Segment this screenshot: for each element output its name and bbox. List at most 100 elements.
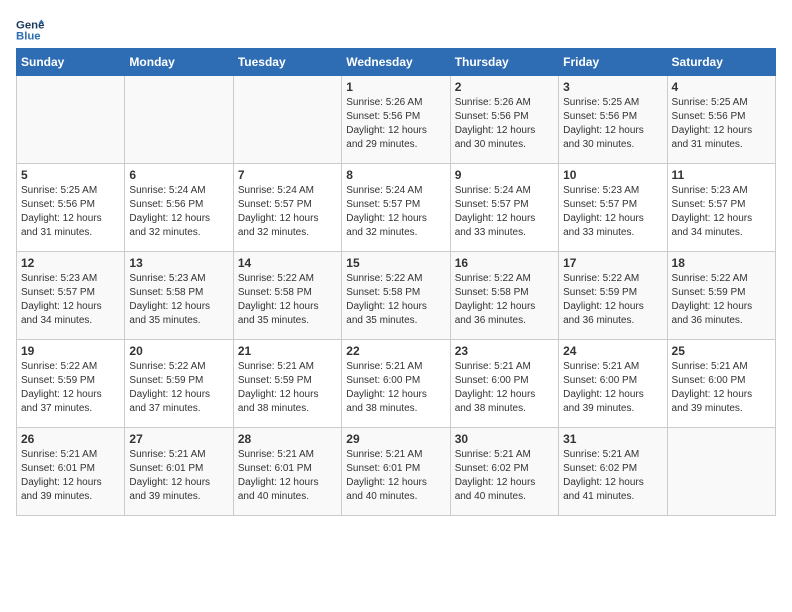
day-info: Sunrise: 5:23 AM Sunset: 5:57 PM Dayligh… [563, 184, 662, 240]
calendar-week-row: 5 Sunrise: 5:25 AM Sunset: 5:56 PM Daylig… [17, 164, 776, 252]
day-number: 5 [21, 168, 120, 182]
day-number: 20 [129, 344, 228, 358]
calendar-cell: 8 Sunrise: 5:24 AM Sunset: 5:57 PM Daylig… [342, 164, 450, 252]
day-info: Sunrise: 5:21 AM Sunset: 6:00 PM Dayligh… [455, 360, 554, 416]
day-info: Sunrise: 5:21 AM Sunset: 6:01 PM Dayligh… [238, 448, 337, 504]
calendar-cell [125, 76, 233, 164]
day-number: 24 [563, 344, 662, 358]
day-number: 6 [129, 168, 228, 182]
day-info: Sunrise: 5:22 AM Sunset: 5:58 PM Dayligh… [346, 272, 445, 328]
day-number: 7 [238, 168, 337, 182]
weekday-header: Thursday [450, 49, 558, 76]
day-info: Sunrise: 5:22 AM Sunset: 5:58 PM Dayligh… [455, 272, 554, 328]
svg-text:General: General [16, 19, 44, 31]
day-number: 25 [672, 344, 771, 358]
day-info: Sunrise: 5:25 AM Sunset: 5:56 PM Dayligh… [563, 96, 662, 152]
calendar-cell: 10 Sunrise: 5:23 AM Sunset: 5:57 PM Dayli… [559, 164, 667, 252]
calendar-cell: 11 Sunrise: 5:23 AM Sunset: 5:57 PM Dayli… [667, 164, 775, 252]
calendar-cell: 13 Sunrise: 5:23 AM Sunset: 5:58 PM Dayli… [125, 252, 233, 340]
calendar-cell [667, 428, 775, 516]
page-header: General Blue [16, 16, 776, 44]
calendar-cell: 6 Sunrise: 5:24 AM Sunset: 5:56 PM Daylig… [125, 164, 233, 252]
day-number: 22 [346, 344, 445, 358]
day-info: Sunrise: 5:24 AM Sunset: 5:56 PM Dayligh… [129, 184, 228, 240]
calendar-cell: 20Sunrise: 5:22 AM Sunset: 5:59 PM Dayli… [125, 340, 233, 428]
day-info: Sunrise: 5:21 AM Sunset: 6:01 PM Dayligh… [129, 448, 228, 504]
day-info: Sunrise: 5:24 AM Sunset: 5:57 PM Dayligh… [346, 184, 445, 240]
calendar-cell: 22 Sunrise: 5:21 AM Sunset: 6:00 PM Dayli… [342, 340, 450, 428]
weekday-header: Wednesday [342, 49, 450, 76]
weekday-header: Tuesday [233, 49, 341, 76]
day-number: 11 [672, 168, 771, 182]
day-number: 30 [455, 432, 554, 446]
day-info: Sunrise: 5:24 AM Sunset: 5:57 PM Dayligh… [455, 184, 554, 240]
logo-icon: General Blue [16, 16, 44, 44]
day-number: 19 [21, 344, 120, 358]
day-number: 17 [563, 256, 662, 270]
day-info: Sunrise: 5:22 AM Sunset: 5:59 PM Dayligh… [672, 272, 771, 328]
day-number: 14 [238, 256, 337, 270]
calendar-cell: 23 Sunrise: 5:21 AM Sunset: 6:00 PM Dayli… [450, 340, 558, 428]
day-number: 12 [21, 256, 120, 270]
weekday-header: Friday [559, 49, 667, 76]
calendar-cell [233, 76, 341, 164]
day-info: Sunrise: 5:22 AM Sunset: 5:59 PM Dayligh… [563, 272, 662, 328]
day-number: 27 [129, 432, 228, 446]
day-number: 21 [238, 344, 337, 358]
calendar-cell: 27 Sunrise: 5:21 AM Sunset: 6:01 PM Dayli… [125, 428, 233, 516]
day-number: 1 [346, 80, 445, 94]
calendar-week-row: 12 Sunrise: 5:23 AM Sunset: 5:57 PM Dayli… [17, 252, 776, 340]
calendar-cell: 5 Sunrise: 5:25 AM Sunset: 5:56 PM Daylig… [17, 164, 125, 252]
day-info: Sunrise: 5:23 AM Sunset: 5:58 PM Dayligh… [129, 272, 228, 328]
day-number: 31 [563, 432, 662, 446]
day-info: Sunrise: 5:26 AM Sunset: 5:56 PM Dayligh… [346, 96, 445, 152]
calendar-cell: 25Sunrise: 5:21 AM Sunset: 6:00 PM Dayli… [667, 340, 775, 428]
weekday-header: Sunday [17, 49, 125, 76]
calendar-cell: 17 Sunrise: 5:22 AM Sunset: 5:59 PM Dayli… [559, 252, 667, 340]
calendar-cell: 1 Sunrise: 5:26 AM Sunset: 5:56 PM Daylig… [342, 76, 450, 164]
day-info: Sunrise: 5:21 AM Sunset: 6:00 PM Dayligh… [346, 360, 445, 416]
day-number: 4 [672, 80, 771, 94]
calendar-cell: 28 Sunrise: 5:21 AM Sunset: 6:01 PM Dayli… [233, 428, 341, 516]
weekday-header: Monday [125, 49, 233, 76]
day-info: Sunrise: 5:21 AM Sunset: 6:01 PM Dayligh… [346, 448, 445, 504]
calendar-cell: 2Sunrise: 5:26 AM Sunset: 5:56 PM Daylig… [450, 76, 558, 164]
day-number: 23 [455, 344, 554, 358]
day-number: 10 [563, 168, 662, 182]
calendar-cell: 4Sunrise: 5:25 AM Sunset: 5:56 PM Daylig… [667, 76, 775, 164]
calendar-week-row: 19 Sunrise: 5:22 AM Sunset: 5:59 PM Dayli… [17, 340, 776, 428]
day-info: Sunrise: 5:26 AM Sunset: 5:56 PM Dayligh… [455, 96, 554, 152]
calendar-week-row: 26 Sunrise: 5:21 AM Sunset: 6:01 PM Dayli… [17, 428, 776, 516]
calendar-header: SundayMondayTuesdayWednesdayThursdayFrid… [17, 49, 776, 76]
day-info: Sunrise: 5:21 AM Sunset: 5:59 PM Dayligh… [238, 360, 337, 416]
day-info: Sunrise: 5:23 AM Sunset: 5:57 PM Dayligh… [672, 184, 771, 240]
calendar-cell: 29Sunrise: 5:21 AM Sunset: 6:01 PM Dayli… [342, 428, 450, 516]
day-info: Sunrise: 5:22 AM Sunset: 5:58 PM Dayligh… [238, 272, 337, 328]
day-info: Sunrise: 5:22 AM Sunset: 5:59 PM Dayligh… [21, 360, 120, 416]
calendar-table: SundayMondayTuesdayWednesdayThursdayFrid… [16, 48, 776, 516]
day-number: 26 [21, 432, 120, 446]
calendar-cell: 7 Sunrise: 5:24 AM Sunset: 5:57 PM Daylig… [233, 164, 341, 252]
day-number: 28 [238, 432, 337, 446]
day-number: 18 [672, 256, 771, 270]
day-info: Sunrise: 5:21 AM Sunset: 6:01 PM Dayligh… [21, 448, 120, 504]
day-number: 13 [129, 256, 228, 270]
day-number: 3 [563, 80, 662, 94]
calendar-cell: 21 Sunrise: 5:21 AM Sunset: 5:59 PM Dayli… [233, 340, 341, 428]
day-info: Sunrise: 5:25 AM Sunset: 5:56 PM Dayligh… [21, 184, 120, 240]
calendar-cell: 24 Sunrise: 5:21 AM Sunset: 6:00 PM Dayli… [559, 340, 667, 428]
calendar-cell: 12 Sunrise: 5:23 AM Sunset: 5:57 PM Dayli… [17, 252, 125, 340]
calendar-cell: 15 Sunrise: 5:22 AM Sunset: 5:58 PM Dayli… [342, 252, 450, 340]
calendar-cell: 16Sunrise: 5:22 AM Sunset: 5:58 PM Dayli… [450, 252, 558, 340]
svg-text:Blue: Blue [16, 31, 41, 43]
day-info: Sunrise: 5:24 AM Sunset: 5:57 PM Dayligh… [238, 184, 337, 240]
weekday-header: Saturday [667, 49, 775, 76]
day-info: Sunrise: 5:23 AM Sunset: 5:57 PM Dayligh… [21, 272, 120, 328]
day-info: Sunrise: 5:21 AM Sunset: 6:00 PM Dayligh… [563, 360, 662, 416]
day-info: Sunrise: 5:21 AM Sunset: 6:02 PM Dayligh… [563, 448, 662, 504]
calendar-cell: 31 Sunrise: 5:21 AM Sunset: 6:02 PM Dayli… [559, 428, 667, 516]
logo: General Blue [16, 16, 48, 44]
day-number: 15 [346, 256, 445, 270]
day-number: 8 [346, 168, 445, 182]
calendar-cell: 14 Sunrise: 5:22 AM Sunset: 5:58 PM Dayli… [233, 252, 341, 340]
